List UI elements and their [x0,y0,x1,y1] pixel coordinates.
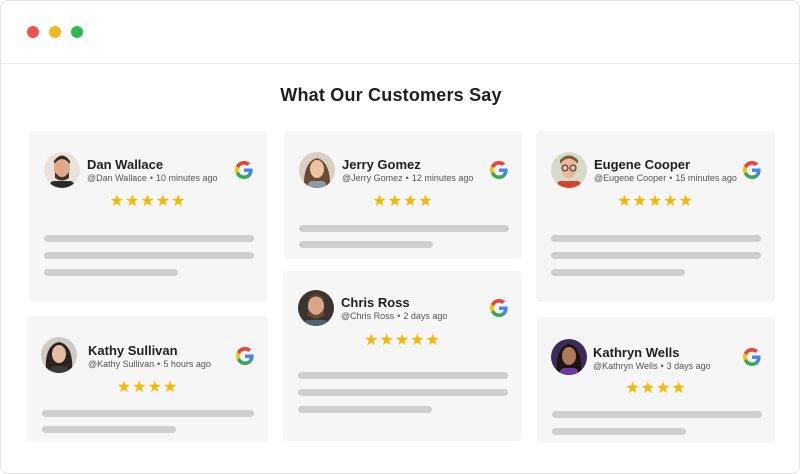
review-meta: @Kathy Sullivan • 5 hours ago [88,359,211,369]
review-card: Kathy Sullivan @Kathy Sullivan • 5 hours a… [27,316,268,442]
review-meta: @Jerry Gomez • 12 minutes ago [342,173,474,183]
review-time: 10 minutes ago [155,173,218,183]
review-card: Eugene Cooper @Eugene Cooper • 15 minutes … [536,131,775,302]
star-rating: ★★★★★ [617,193,694,210]
review-text-placeholder [298,372,508,379]
avatar [298,290,334,326]
google-icon [236,347,254,365]
review-text-placeholder [298,406,432,413]
window-titlebar [1,1,799,64]
review-text-placeholder [552,411,762,418]
review-card: Chris Ross @Chris Ross • 2 days ago ★★★★★ [283,271,522,441]
review-time: 3 days ago [666,361,711,371]
google-icon [743,161,761,179]
minimize-window-dot[interactable] [49,26,61,38]
avatar [551,152,587,188]
star-rating: ★★★★ [372,193,434,210]
review-text-placeholder [298,389,508,396]
google-icon [235,161,253,179]
page-title: What Our Customers Say [280,85,502,105]
review-time: 5 hours ago [163,359,211,369]
review-meta: @Eugene Cooper • 15 minutes ago [594,173,737,183]
star-rating: ★★★★★ [364,332,441,349]
reviewer-handle: @Kathryn Wells [593,361,658,371]
star-rating: ★★★★★ [109,193,187,210]
reviewer-name: Kathryn Wells [593,345,680,360]
browser-window: What Our Customers Say Dan Wallace @Dan … [0,0,800,474]
reviewer-name: Dan Wallace [87,157,164,172]
review-card: Kathryn Wells @Kathryn Wells • 3 days ago … [537,317,775,443]
review-time: 15 minutes ago [675,173,737,183]
reviewer-name: Chris Ross [341,295,410,310]
avatar [44,152,80,188]
reviewer-handle: @Chris Ross [341,311,395,321]
review-text-placeholder [44,252,254,259]
reviewer-handle: @Kathy Sullivan [88,359,155,369]
google-icon [490,161,508,179]
star-rating: ★★★★ [116,379,179,396]
review-text-placeholder [42,426,176,433]
google-icon [743,348,761,366]
review-text-placeholder [551,235,761,242]
reviewer-name: Kathy Sullivan [88,343,178,358]
reviewer-name: Jerry Gomez [342,157,421,172]
close-window-dot[interactable] [27,26,39,38]
reviewer-handle: @Jerry Gomez [342,173,403,183]
reviewer-handle: @Dan Wallace [87,173,147,183]
review-text-placeholder [299,241,433,248]
review-card: Dan Wallace @Dan Wallace • 10 minutes ago … [29,131,267,302]
avatar [551,339,587,375]
google-icon [490,299,508,317]
reviewer-name: Eugene Cooper [594,157,691,172]
maximize-window-dot[interactable] [71,26,83,38]
review-meta: @Chris Ross • 2 days ago [341,311,448,321]
review-time: 2 days ago [403,311,448,321]
avatar [41,337,77,373]
review-card: Jerry Gomez @Jerry Gomez • 12 minutes ago … [284,131,522,259]
review-text-placeholder [551,252,761,259]
review-text-placeholder [44,269,178,276]
review-text-placeholder [551,269,685,276]
avatar [299,152,335,188]
review-text-placeholder [552,428,686,435]
star-rating: ★★★★ [625,380,687,397]
review-text-placeholder [42,410,254,417]
reviewer-handle: @Eugene Cooper [594,173,667,183]
review-text-placeholder [44,235,254,242]
review-time: 12 minutes ago [411,173,474,183]
review-meta: @Dan Wallace • 10 minutes ago [87,173,218,183]
review-text-placeholder [299,225,509,232]
review-meta: @Kathryn Wells • 3 days ago [593,361,711,371]
